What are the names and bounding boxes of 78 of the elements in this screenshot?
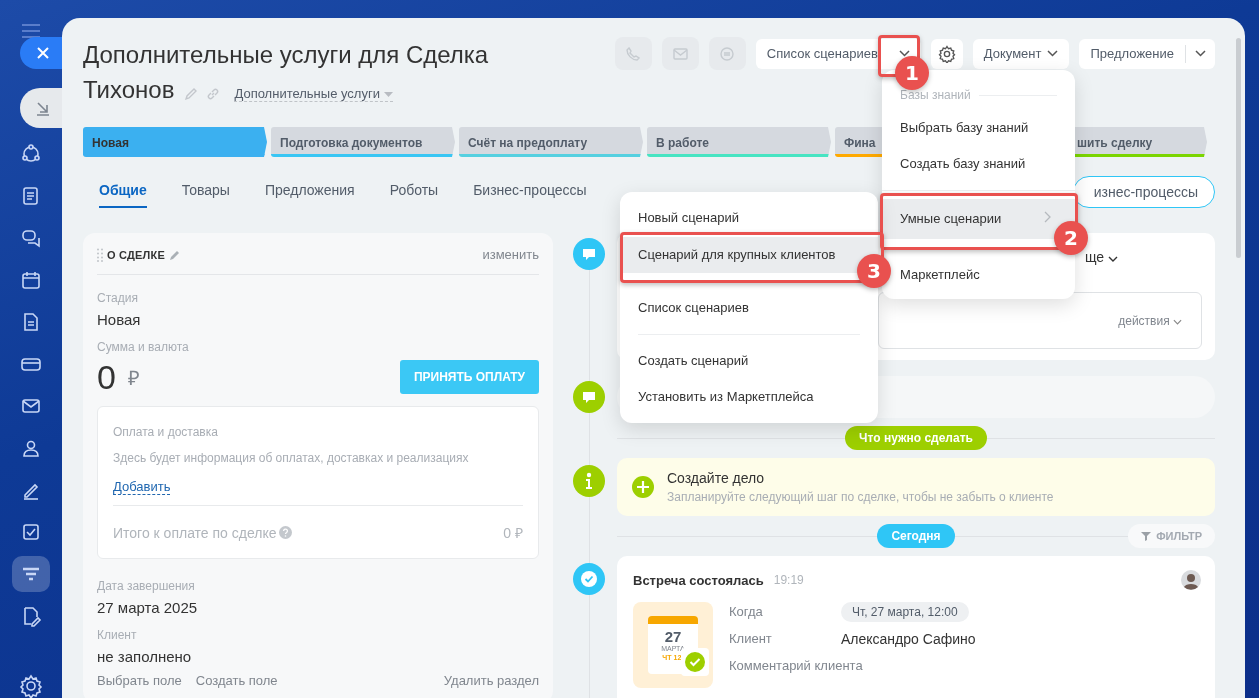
menu-item[interactable]: Новый сценарий: [620, 200, 878, 236]
composer-tab[interactable]: ще: [1085, 249, 1119, 265]
event-field-label: Клиент: [729, 631, 773, 646]
section-title: О СДЕЛКЕ: [107, 248, 165, 261]
phone-icon: [626, 46, 641, 61]
drag-handle-icon[interactable]: [97, 247, 103, 262]
caret-icon: [1173, 318, 1182, 325]
tab[interactable]: Общие: [99, 176, 147, 208]
create-task-hint: Запланируйте следующий шаг по сделке, чтобы не забыть о клиенте: [667, 490, 1054, 504]
create-field-link[interactable]: Создать поле: [195, 673, 278, 688]
add-link[interactable]: Добавить: [113, 479, 171, 495]
delete-section-link[interactable]: Удалить раздел: [443, 673, 539, 688]
deal-title: Тихонов: [83, 76, 175, 103]
stage-step[interactable]: Новая: [83, 127, 267, 157]
total-value: 0 ₽: [503, 524, 523, 542]
date-chip[interactable]: Чт, 27 марта, 12:00: [841, 601, 969, 622]
close-icon: [36, 46, 50, 60]
today-badge: Сегодня: [877, 524, 955, 548]
event-title: Встреча состоялась: [633, 572, 764, 588]
scenario-list-button[interactable]: Список сценариев: [755, 38, 889, 69]
field-label: Сумма и валюта: [97, 340, 190, 354]
settings-button[interactable]: [930, 38, 963, 69]
field-value: 27 марта 2025: [97, 599, 199, 616]
amount-value: 0: [97, 360, 116, 394]
field-label: Стадия: [97, 291, 139, 305]
event-field-value: Александро Сафино: [841, 630, 976, 647]
field-value: не заполнено: [97, 648, 193, 665]
todo-badge: Что нужно сделать: [845, 426, 987, 450]
chat-icon: [719, 45, 736, 62]
tab[interactable]: Бизнес-процессы: [473, 176, 587, 208]
menu-item[interactable]: Создать сценарий: [620, 343, 878, 379]
event-field-label: Комментарий клиента: [729, 658, 863, 673]
event-time: 19:19: [773, 573, 804, 587]
total-label: Итого к оплате по сделке: [113, 524, 277, 541]
stage-step[interactable]: Счёт на предоплату: [459, 127, 643, 157]
settings-icon: [937, 44, 956, 63]
create-task-title[interactable]: Создайте дело: [667, 470, 1054, 486]
caret-icon: [899, 50, 911, 57]
deal-title: Дополнительные услуги для Сделка: [83, 40, 489, 70]
settings-icon[interactable]: [19, 674, 43, 698]
caret-icon: [383, 91, 393, 98]
business-process-button[interactable]: изнес-процессы: [1072, 176, 1215, 208]
filter-icon: [1141, 531, 1152, 541]
caret-icon: [1047, 50, 1059, 57]
document-button[interactable]: Документ: [972, 38, 1070, 69]
field-label: Дата завершения: [97, 579, 196, 593]
category-dropdown[interactable]: Дополнительные услуги: [234, 86, 393, 102]
calendar-day: 27: [664, 628, 682, 645]
check-icon: [573, 563, 605, 595]
menu-item[interactable]: Маркетплейс: [900, 257, 980, 293]
select-field-link[interactable]: Выбрать поле: [97, 673, 182, 688]
currency-sign: ₽: [127, 365, 140, 391]
caret-icon: [1195, 50, 1206, 57]
stage-step[interactable]: В работе: [647, 127, 831, 157]
tab[interactable]: Товары: [181, 176, 230, 208]
menu-item[interactable]: Установить из Маркетплейса: [620, 379, 878, 415]
menu-item[interactable]: Список сценариев: [620, 290, 878, 326]
comment-icon: [573, 238, 605, 270]
payment-info-text: Здесь будет информация об оплатах, доставках и реализациях: [113, 451, 470, 465]
info-icon: [573, 465, 605, 497]
avatar[interactable]: [1181, 570, 1201, 590]
caret-icon: [1108, 256, 1119, 262]
tab[interactable]: Предложения: [264, 176, 355, 208]
payment-title: Оплата и доставка: [113, 425, 219, 439]
chevron-icon: [1044, 211, 1051, 223]
field-value: Новая: [97, 311, 142, 328]
tab[interactable]: Роботы: [389, 176, 439, 208]
edit-link[interactable]: изменить: [482, 247, 539, 262]
funnel-icon[interactable]: [12, 556, 50, 592]
stage-step[interactable]: Подготовка документов: [271, 127, 455, 157]
menu-item[interactable]: Создать базу знаний: [900, 146, 1026, 182]
comment-icon: [573, 381, 605, 413]
actions-dropdown[interactable]: действия: [1118, 313, 1182, 328]
event-field-label: Когда: [729, 604, 764, 619]
collapse-arrow-icon: [35, 100, 51, 116]
mail-icon: [672, 47, 688, 60]
menu-section-title: Базы знаний: [900, 88, 971, 102]
field-label: Клиент: [97, 628, 138, 642]
